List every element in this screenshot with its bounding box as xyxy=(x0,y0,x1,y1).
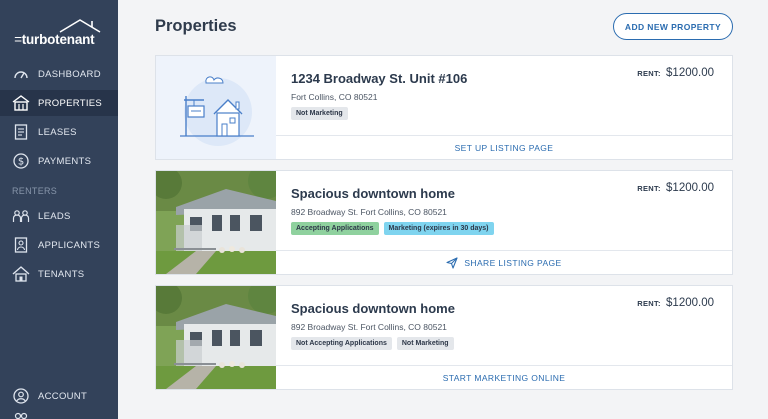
sidebar-item-label: APPLICANTS xyxy=(38,239,101,251)
status-badge: Marketing (expires in 30 days) xyxy=(383,222,494,235)
house-photo-image xyxy=(156,286,276,389)
property-name[interactable]: 1234 Broadway St. Unit #106 xyxy=(291,71,467,86)
status-badge: Not Accepting Applications xyxy=(291,337,392,350)
sidebar-item-dashboard[interactable]: DASHBOARD xyxy=(0,61,118,87)
house-photo-image xyxy=(156,171,276,274)
send-icon xyxy=(446,256,458,269)
dollar-icon: $ xyxy=(12,152,30,170)
account-icon xyxy=(12,387,30,405)
property-name[interactable]: Spacious downtown home xyxy=(291,301,455,316)
section-label-renters: RENTERS xyxy=(12,186,58,196)
sidebar-item-tenants[interactable]: TENANTS xyxy=(0,261,118,287)
property-address: Fort Collins, CO 80521 xyxy=(291,92,378,102)
set-up-listing-page-button[interactable]: SET UP LISTING PAGE xyxy=(276,135,732,159)
brand-wordmark: =turbotenant xyxy=(14,32,95,47)
sidebar-item-label: PAYMENTS xyxy=(38,155,92,167)
property-photo xyxy=(156,286,276,389)
more-icon xyxy=(14,412,28,419)
sidebar: =turbotenant DASHBOARD PROPERTIES LEASES… xyxy=(0,0,118,419)
svg-text:$: $ xyxy=(18,157,24,168)
page-title: Properties xyxy=(155,17,237,35)
status-badge: Not Marketing xyxy=(396,337,454,350)
sidebar-item-applicants[interactable]: APPLICANTS xyxy=(0,232,118,258)
property-address: 892 Broadway St. Fort Collins, CO 80521 xyxy=(291,207,447,217)
property-rent: RENT: $1200.00 xyxy=(637,67,714,79)
building-icon xyxy=(12,94,30,112)
document-icon xyxy=(12,123,30,141)
share-listing-page-button[interactable]: SHARE LISTING PAGE xyxy=(276,250,732,274)
sidebar-item-label: DASHBOARD xyxy=(38,68,101,80)
house-icon xyxy=(12,265,30,283)
status-badges: Not Accepting Applications Not Marketing xyxy=(291,337,454,350)
sidebar-item-properties[interactable]: PROPERTIES xyxy=(0,90,118,116)
dashboard-icon xyxy=(12,65,30,83)
sidebar-item-label: ACCOUNT xyxy=(38,390,88,402)
house-illustration-icon xyxy=(180,76,254,146)
property-name[interactable]: Spacious downtown home xyxy=(291,186,455,201)
property-card[interactable]: Spacious downtown home 892 Broadway St. … xyxy=(155,285,733,390)
sidebar-item-account[interactable]: ACCOUNT xyxy=(0,383,118,409)
property-rent: RENT: $1200.00 xyxy=(637,297,714,309)
sidebar-item-label: PROPERTIES xyxy=(38,97,103,109)
sidebar-item-label: TENANTS xyxy=(38,268,85,280)
status-badge: Not Marketing xyxy=(291,107,348,120)
status-badge: Accepting Applications xyxy=(291,222,379,235)
add-new-property-button[interactable]: ADD NEW PROPERTY xyxy=(613,13,733,40)
property-card[interactable]: Spacious downtown home 892 Broadway St. … xyxy=(155,170,733,275)
property-rent: RENT: $1200.00 xyxy=(637,182,714,194)
start-marketing-online-button[interactable]: START MARKETING ONLINE xyxy=(276,365,732,389)
brand-logo[interactable]: =turbotenant xyxy=(14,18,110,50)
property-photo xyxy=(156,171,276,274)
sidebar-item-leases[interactable]: LEASES xyxy=(0,119,118,145)
status-badges: Not Marketing xyxy=(291,107,348,120)
sidebar-item-leads[interactable]: LEADS xyxy=(0,203,118,229)
people-icon xyxy=(12,207,30,225)
property-placeholder-image xyxy=(156,56,276,159)
applicant-icon xyxy=(12,236,30,254)
sidebar-item-label: LEASES xyxy=(38,126,77,138)
property-address: 892 Broadway St. Fort Collins, CO 80521 xyxy=(291,322,447,332)
property-card[interactable]: 1234 Broadway St. Unit #106 Fort Collins… xyxy=(155,55,733,160)
sidebar-item-label: LEADS xyxy=(38,210,71,222)
sidebar-item-payments[interactable]: $ PAYMENTS xyxy=(0,148,118,174)
status-badges: Accepting Applications Marketing (expire… xyxy=(291,222,494,235)
